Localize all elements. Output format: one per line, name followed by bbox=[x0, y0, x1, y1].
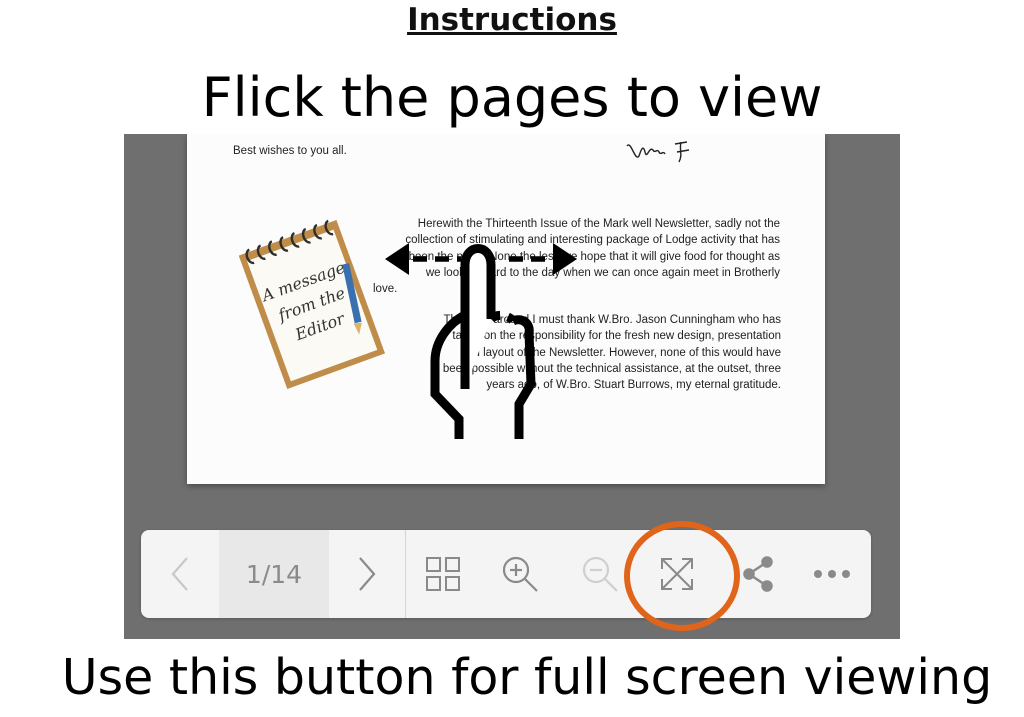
zoom-in-button[interactable] bbox=[497, 530, 543, 618]
viewer-toolbar: 1/14 bbox=[141, 530, 871, 618]
signature-icon bbox=[626, 141, 690, 163]
share-icon bbox=[743, 556, 773, 592]
next-page-button[interactable] bbox=[341, 530, 393, 618]
chevron-right-icon bbox=[359, 557, 376, 591]
zoom-out-icon bbox=[582, 556, 618, 592]
fullscreen-instruction: Use this button for full screen viewing bbox=[61, 649, 993, 706]
more-options-button[interactable] bbox=[807, 530, 857, 618]
chevron-left-icon bbox=[171, 557, 188, 591]
previous-page-button[interactable] bbox=[155, 530, 205, 618]
flick-instruction: Flick the pages to view bbox=[201, 66, 823, 129]
fullscreen-highlight-ring bbox=[624, 521, 740, 631]
grid-icon bbox=[426, 557, 460, 591]
more-icon bbox=[814, 570, 850, 578]
zoom-out-button[interactable] bbox=[577, 530, 623, 618]
swipe-gesture-icon bbox=[385, 243, 577, 439]
page-indicator: 1/14 bbox=[219, 530, 329, 618]
share-button[interactable] bbox=[739, 530, 777, 618]
greeting-text: Best wishes to you all. bbox=[233, 145, 347, 157]
thumbnails-button[interactable] bbox=[421, 530, 465, 618]
zoom-in-icon bbox=[502, 556, 538, 592]
flipbook-viewer[interactable]: Best wishes to you all. A message from t… bbox=[124, 134, 900, 639]
instructions-heading: Instructions bbox=[407, 2, 617, 38]
toolbar-divider bbox=[405, 530, 406, 618]
